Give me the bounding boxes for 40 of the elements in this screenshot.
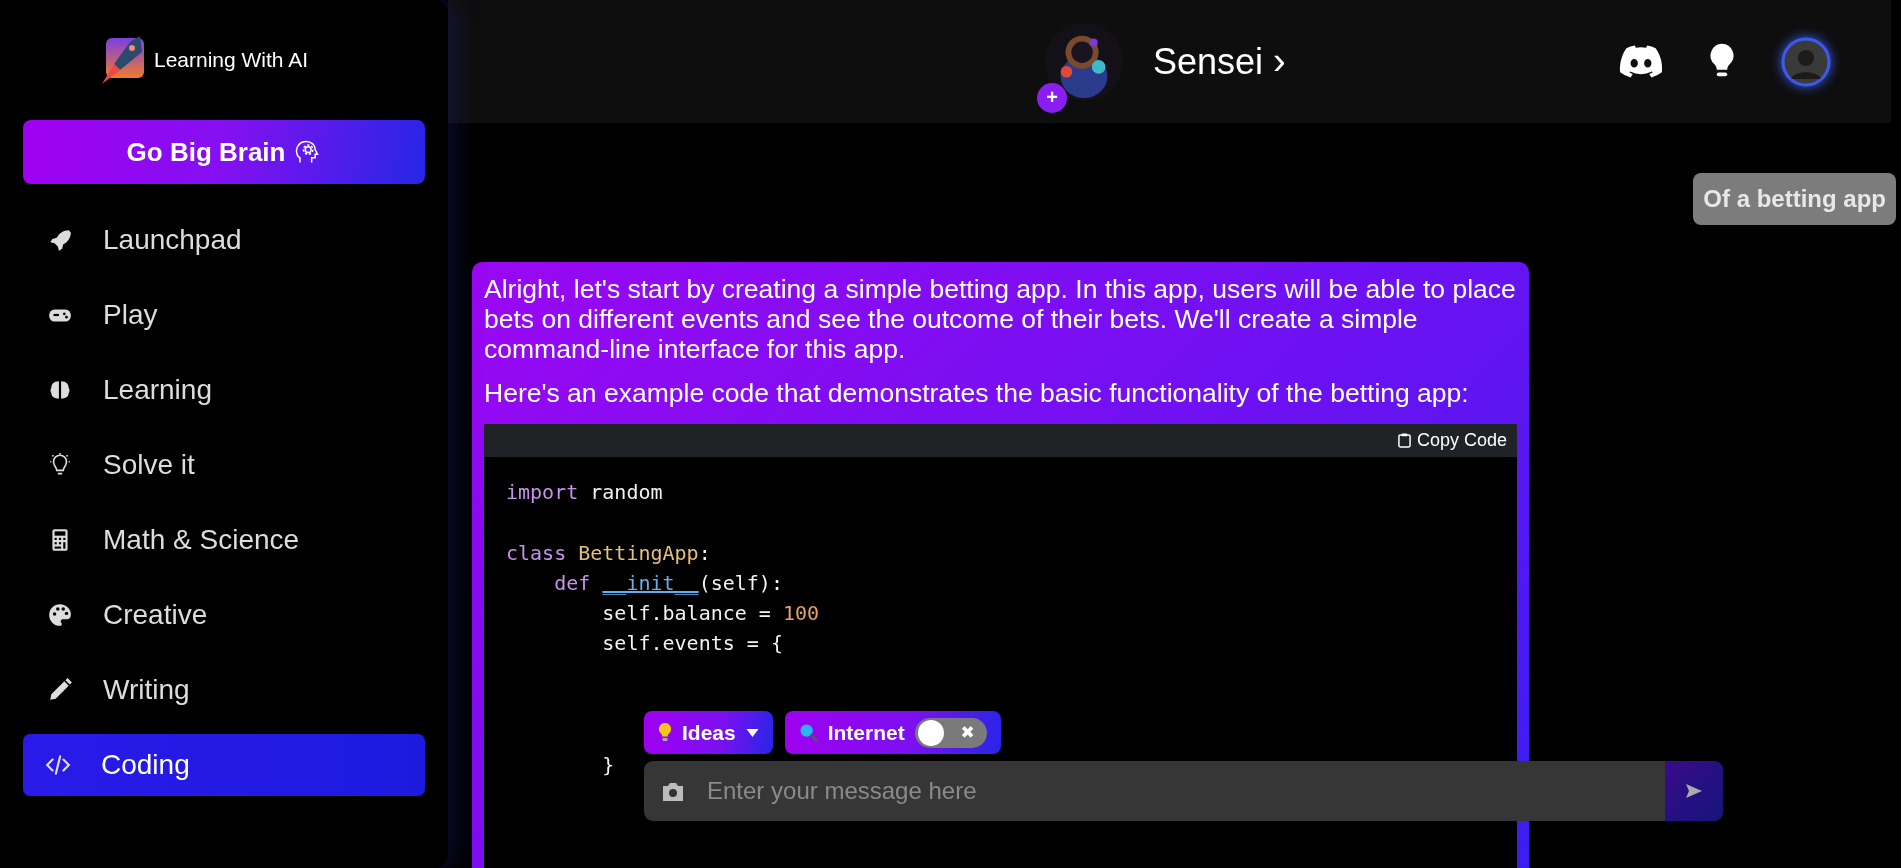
code-line: self.events = { xyxy=(601,630,784,658)
sidebar-item[interactable]: Coding xyxy=(23,734,425,796)
message-paragraph: Here's an example code that demonstrates the basic functionality of the betting app: xyxy=(484,378,1470,408)
code-line: } xyxy=(601,751,616,779)
copy-code-button[interactable]: Copy Code xyxy=(1387,430,1517,451)
sidebar-item[interactable]: Launchpad xyxy=(23,209,425,271)
code-icon xyxy=(45,752,71,778)
code-line: import random xyxy=(506,479,664,506)
user-message: Of a betting app xyxy=(1693,173,1896,225)
sidebar-item[interactable]: Math & Science xyxy=(23,509,425,571)
sidebar-item[interactable]: Creative xyxy=(23,584,425,646)
clipboard-icon xyxy=(1397,433,1411,448)
add-button[interactable]: + xyxy=(1037,82,1067,113)
message-bar[interactable]: Enter your message here xyxy=(644,761,1723,821)
send-icon xyxy=(1686,784,1702,798)
send-button[interactable] xyxy=(1665,761,1723,821)
camera-icon[interactable] xyxy=(661,781,685,801)
lightbulb-icon xyxy=(658,722,672,743)
rocket-logo-icon xyxy=(99,34,146,86)
message-paragraph: Alright, let's start by creating a simple betting app. In this app, users will be able to place bets on different events and see the outcome of their bets. We'll create a simple command-line interface for this app. xyxy=(484,274,1517,364)
sidebar-item[interactable]: Writing xyxy=(23,659,425,721)
caret-icon xyxy=(745,728,759,737)
palette-icon xyxy=(47,602,73,628)
internet-label: Internet xyxy=(827,720,905,745)
sidebar-item[interactable]: Solve it xyxy=(23,434,425,496)
discord-icon[interactable] xyxy=(1619,44,1663,79)
ideas-dropdown[interactable]: Ideas xyxy=(644,711,773,754)
internet-toggle[interactable]: ✖ xyxy=(914,717,987,748)
pencil-icon xyxy=(47,677,73,703)
message-field[interactable]: Enter your message here xyxy=(705,776,1665,806)
code-line: class BettingApp: xyxy=(506,539,712,567)
brand-name: Learning With AI xyxy=(153,48,309,72)
sidebar-item[interactable]: Learning xyxy=(23,359,425,421)
bot-name-link[interactable]: Sensei › xyxy=(1153,40,1286,83)
magnifier-icon xyxy=(798,723,818,742)
code-line: def __init__(self): xyxy=(553,569,784,597)
user-avatar[interactable] xyxy=(1781,36,1831,87)
upgrade-button[interactable]: Go Big Brain xyxy=(23,120,425,184)
sidebar-item[interactable]: Play xyxy=(23,284,425,346)
code-line: self.balance = 100 xyxy=(601,600,821,628)
